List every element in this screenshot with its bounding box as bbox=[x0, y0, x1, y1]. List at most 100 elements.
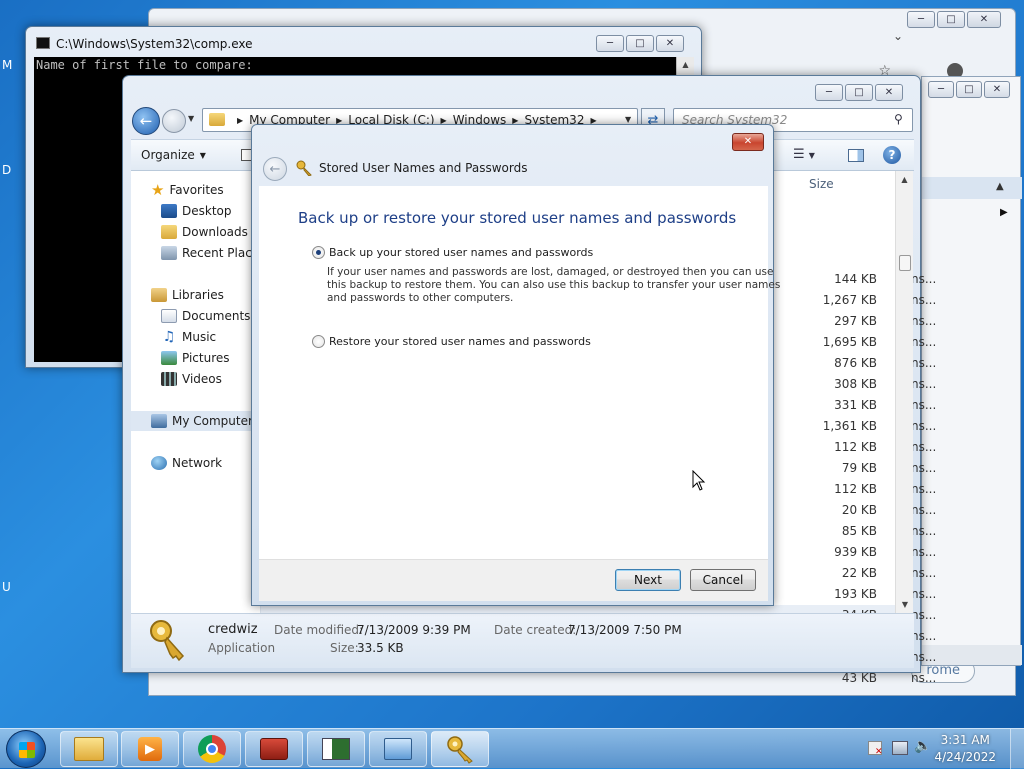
file-type-cell: ns... bbox=[911, 503, 937, 517]
table-row[interactable]: ns... 43 KB bbox=[261, 668, 937, 688]
chrome-close-button[interactable]: ✕ bbox=[967, 11, 1001, 28]
favorites-star-icon: ★ bbox=[151, 181, 165, 199]
nav-videos[interactable]: Videos bbox=[161, 369, 222, 389]
file-size-cell: 1,695 KB bbox=[822, 335, 877, 349]
recent-places-icon bbox=[161, 246, 177, 260]
taskbar-remote-desktop[interactable] bbox=[369, 731, 427, 767]
file-type-cell: ns... bbox=[911, 461, 937, 475]
secondary-bottom-band bbox=[922, 645, 1022, 665]
help-icon[interactable]: ? bbox=[883, 146, 901, 164]
file-type-cell: ns... bbox=[911, 356, 937, 370]
secondary-minimize-button[interactable]: ─ bbox=[928, 81, 954, 98]
nav-documents-label: Documents bbox=[182, 309, 251, 323]
chrome-caption-buttons: ─ □ ✕ bbox=[907, 11, 1001, 28]
terminal-window-icon bbox=[322, 738, 350, 760]
nav-favorites[interactable]: ★ Favorites bbox=[151, 180, 224, 200]
file-size-cell: 876 KB bbox=[834, 356, 877, 370]
tray-network-icon[interactable] bbox=[892, 741, 908, 755]
forward-button[interactable] bbox=[162, 109, 186, 133]
downloads-folder-icon bbox=[161, 225, 177, 239]
explorer-folder-icon bbox=[74, 737, 104, 761]
start-button[interactable] bbox=[6, 730, 46, 768]
secondary-scroll-up-icon[interactable]: ▲ bbox=[996, 181, 1004, 192]
nav-my-computer[interactable]: My Computer bbox=[131, 411, 261, 431]
cmd-maximize-button[interactable]: □ bbox=[626, 35, 654, 52]
tray-clock[interactable]: 3:31 AM 4/24/2022 bbox=[934, 732, 996, 766]
explorer-maximize-button[interactable]: □ bbox=[845, 84, 873, 101]
cancel-button[interactable]: Cancel bbox=[690, 569, 756, 591]
taskbar-explorer[interactable] bbox=[60, 731, 118, 767]
cmd-close-button[interactable]: ✕ bbox=[656, 35, 684, 52]
videos-icon bbox=[161, 372, 177, 386]
file-size-cell: 112 KB bbox=[834, 440, 877, 454]
file-type-cell: ns... bbox=[911, 398, 937, 412]
tray-action-center-icon[interactable]: ✕ bbox=[868, 741, 883, 757]
file-type-cell: ns... bbox=[911, 566, 937, 580]
credentials-dialog[interactable]: ✕ ← Stored User Names and Passwords Back… bbox=[251, 124, 780, 606]
nav-recent-places[interactable]: Recent Places bbox=[161, 243, 265, 263]
desktop-edge-letter: U bbox=[2, 580, 11, 594]
secondary-expand-arrow-icon[interactable]: ▶ bbox=[1000, 207, 1008, 218]
cmd-scroll-up-icon[interactable]: ▲ bbox=[677, 60, 694, 69]
music-note-icon: ♫ bbox=[162, 329, 176, 345]
size-column-header[interactable]: Size bbox=[809, 177, 834, 191]
taskbar-terminal[interactable] bbox=[307, 731, 365, 767]
file-size-cell: 331 KB bbox=[834, 398, 877, 412]
nav-music[interactable]: ♫ Music bbox=[161, 327, 216, 347]
folder-icon bbox=[209, 113, 225, 126]
show-desktop-button[interactable] bbox=[1010, 729, 1024, 769]
file-size-cell: 939 KB bbox=[834, 545, 877, 559]
file-size-cell: 112 KB bbox=[834, 482, 877, 496]
backup-option-label[interactable]: Back up your stored user names and passw… bbox=[329, 246, 593, 259]
cmd-console-text: Name of first file to compare: bbox=[36, 58, 253, 72]
taskbar-credential-wizard[interactable] bbox=[431, 731, 489, 767]
next-button[interactable]: Next bbox=[615, 569, 681, 591]
dialog-back-button[interactable]: ← bbox=[263, 157, 287, 181]
taskbar-media-player[interactable]: ▶ bbox=[121, 731, 179, 767]
explorer-caption-buttons: ─ □ ✕ bbox=[815, 84, 903, 101]
secondary-header-bar bbox=[922, 177, 1022, 199]
view-options-icon[interactable]: ☰ ▼ bbox=[793, 147, 815, 162]
dialog-footer: Next Cancel bbox=[259, 559, 768, 601]
backup-radio[interactable] bbox=[312, 246, 325, 259]
nav-libraries[interactable]: Libraries bbox=[151, 285, 224, 305]
taskbar-toolbox[interactable] bbox=[245, 731, 303, 767]
secondary-close-button[interactable]: ✕ bbox=[984, 81, 1010, 98]
restore-option-label[interactable]: Restore your stored user names and passw… bbox=[329, 335, 591, 348]
windows-logo-icon bbox=[19, 742, 35, 758]
dialog-close-button[interactable]: ✕ bbox=[732, 133, 764, 151]
explorer-scrollbar[interactable]: ▲ ▼ bbox=[895, 171, 913, 613]
explorer-minimize-button[interactable]: ─ bbox=[815, 84, 843, 101]
file-type-cell: ns... bbox=[911, 545, 937, 559]
cmd-caption-buttons: ─ □ ✕ bbox=[596, 35, 684, 52]
scroll-up-icon[interactable]: ▲ bbox=[896, 175, 913, 184]
scroll-down-icon[interactable]: ▼ bbox=[896, 600, 914, 609]
nav-documents[interactable]: Documents bbox=[161, 306, 250, 326]
preview-pane-icon[interactable] bbox=[848, 149, 864, 162]
secondary-maximize-button[interactable]: □ bbox=[956, 81, 982, 98]
explorer-close-button[interactable]: ✕ bbox=[875, 84, 903, 101]
details-modified-label: Date modified: bbox=[274, 623, 364, 637]
restore-radio[interactable] bbox=[312, 335, 325, 348]
nav-downloads[interactable]: Downloads bbox=[161, 222, 248, 242]
file-size-cell: 193 KB bbox=[834, 587, 877, 601]
address-dropdown-icon[interactable]: ▼ bbox=[625, 115, 631, 124]
navigation-pane[interactable]: ★ Favorites Desktop Downloads Recent Pla… bbox=[131, 171, 265, 613]
back-button[interactable]: ← bbox=[132, 107, 160, 135]
chrome-maximize-button[interactable]: □ bbox=[937, 11, 965, 28]
tray-volume-icon[interactable]: 🔈 bbox=[914, 738, 931, 754]
nav-network[interactable]: Network bbox=[151, 453, 222, 473]
nav-pictures[interactable]: Pictures bbox=[161, 348, 230, 368]
chrome-tabstrip-chevron-icon[interactable]: ⌄ bbox=[893, 29, 903, 43]
cmd-minimize-button[interactable]: ─ bbox=[596, 35, 624, 52]
mouse-cursor-icon bbox=[692, 469, 706, 492]
dialog-content: Back up or restore your stored user name… bbox=[259, 186, 780, 559]
taskbar-chrome[interactable] bbox=[183, 731, 241, 767]
search-icon[interactable]: ⚲ bbox=[894, 112, 903, 126]
nav-desktop[interactable]: Desktop bbox=[161, 201, 232, 221]
organize-button[interactable]: Organize ▼ bbox=[141, 148, 206, 162]
scroll-thumb[interactable] bbox=[899, 255, 911, 271]
recent-pages-dropdown-icon[interactable]: ▼ bbox=[188, 114, 194, 123]
file-size-cell: 308 KB bbox=[834, 377, 877, 391]
chrome-minimize-button[interactable]: ─ bbox=[907, 11, 935, 28]
